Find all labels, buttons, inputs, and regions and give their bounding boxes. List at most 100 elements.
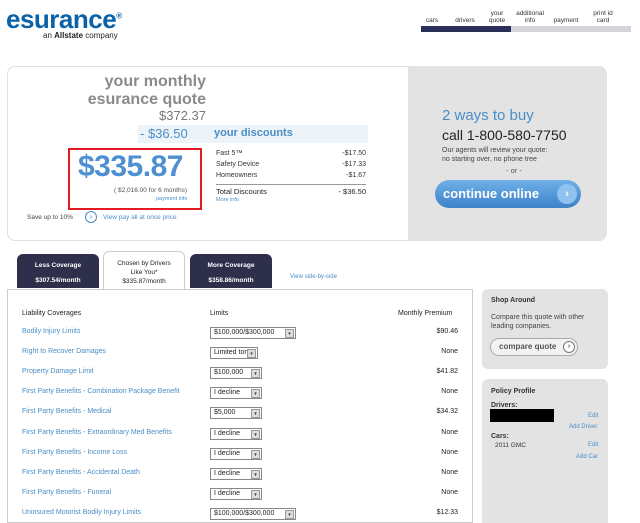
quote-title: your monthly esurance quote	[87, 73, 206, 108]
monthly-price: $335.87	[78, 150, 183, 183]
discount-value: -$17.33	[342, 161, 366, 168]
coverage-premium: None	[441, 469, 458, 476]
coverage-premium: None	[441, 388, 458, 395]
logo-registered-mark: ®	[116, 11, 122, 21]
coverage-premium: None	[441, 449, 458, 456]
total-discounts-row: Total Discounts - $36.50	[216, 184, 366, 196]
discount-name: Safety Device	[216, 161, 260, 168]
discount-list: Fast 5™ -$17.50 Safety Device -$17.33 Home…	[216, 150, 366, 183]
step-print-id-card: print id card	[593, 10, 613, 24]
or-separator: - or -	[506, 166, 522, 175]
coverage-limit-select[interactable]: I decline ▾	[210, 488, 262, 500]
coverage-limit-value: I decline	[214, 450, 241, 457]
coverage-limit-select[interactable]: I decline ▾	[210, 468, 262, 480]
coverage-name-link[interactable]: First Party Benefits - Income Loss	[22, 449, 127, 456]
header-liability-coverages: Liability Coverages	[22, 310, 82, 317]
coverage-limit-value: I decline	[214, 490, 241, 497]
tab-label: Less Coverage	[34, 262, 82, 269]
coverage-name-link[interactable]: Uninsured Motorist Bodily Injury Limits	[22, 509, 141, 516]
coverage-premium: $90.46	[436, 328, 458, 335]
coverage-premium: None	[441, 489, 458, 496]
chevron-down-icon: ▾	[285, 510, 294, 519]
step-cars[interactable]: cars	[421, 17, 443, 24]
coverage-name-link[interactable]: First Party Benefits - Accidental Death	[22, 469, 140, 476]
tab-label: More Coverage	[207, 262, 255, 269]
add-driver-link[interactable]: Add Driver	[569, 424, 597, 430]
tab-less-coverage[interactable]: Less Coverage $307.54/month	[17, 254, 99, 288]
car-name: 2011 GMC	[495, 442, 526, 449]
shop-around-text: Compare this quote with other leading co…	[491, 314, 585, 330]
compare-quote-button[interactable]: compare quote ›	[490, 338, 578, 356]
tagline-prefix: an	[43, 31, 55, 40]
continue-online-button[interactable]: continue online ›	[435, 180, 581, 208]
tab-more-coverage[interactable]: More Coverage $358.86/month	[190, 254, 272, 288]
six-month-total: ( $2,016.00 for 6 months)	[114, 187, 187, 194]
chevron-down-icon: ▾	[251, 389, 260, 398]
edit-cars-link[interactable]: Edit	[588, 442, 598, 448]
discount-row: Safety Device -$17.33	[216, 161, 366, 172]
total-discounts-value: - $36.50	[338, 187, 366, 196]
coverage-limit-value: $100,000/$300,000	[214, 329, 275, 336]
tagline-suffix: company	[83, 31, 118, 40]
progress-bar-fill	[421, 26, 512, 32]
tab-label: Chosen by Drivers Like You*	[117, 260, 171, 276]
step-drivers[interactable]: drivers	[451, 17, 479, 24]
coverage-limit-select[interactable]: $100,000/$300,000 ▾	[210, 508, 296, 520]
step-your-quote[interactable]: your quote	[485, 10, 509, 24]
coverage-limit-select[interactable]: I decline ▾	[210, 387, 262, 399]
arrow-right-icon: ›	[557, 184, 577, 204]
coverage-limit-value: $100,000/$300,000	[214, 510, 275, 517]
original-price: $372.37	[159, 108, 206, 123]
tab-price: $307.54/month	[35, 277, 81, 284]
coverage-name-link[interactable]: Right to Recover Damages	[22, 348, 106, 355]
coverage-limit-value: Limited tort	[214, 349, 249, 356]
coverage-limit-value: I decline	[214, 470, 241, 477]
coverage-premium: None	[441, 429, 458, 436]
save-up-to-text: Save up to 10%	[27, 214, 73, 221]
coverage-name-link[interactable]: First Party Benefits - Funeral	[22, 489, 111, 496]
tab-price: $335.87/month	[122, 278, 166, 285]
discount-amount: - $36.50	[140, 126, 188, 141]
chevron-down-icon: ▾	[251, 450, 260, 459]
chevron-down-icon: ▾	[285, 329, 294, 338]
agents-line: no starting over, no phone tree	[442, 156, 537, 163]
logo-tagline: an Allstate company	[43, 31, 118, 40]
discount-row: Fast 5™ -$17.50	[216, 150, 366, 161]
drivers-label: Drivers:	[491, 402, 518, 409]
chevron-down-icon: ▾	[251, 409, 260, 418]
coverage-limit-select[interactable]: $100,000/$300,000 ▾	[210, 327, 296, 339]
step-additional-info: additional info	[516, 10, 544, 24]
coverage-limit-value: I decline	[214, 389, 241, 396]
coverage-premium: $41.82	[436, 368, 458, 375]
coverage-name-link[interactable]: First Party Benefits - Combination Packa…	[22, 388, 180, 395]
coverage-limit-select[interactable]: I decline ▾	[210, 428, 262, 440]
discount-name: Fast 5™	[216, 150, 243, 157]
coverage-name-link[interactable]: Property Damage Limit	[22, 368, 94, 375]
arrow-right-icon[interactable]: ›	[85, 211, 97, 223]
payment-info-link[interactable]: payment info	[156, 196, 188, 202]
add-car-link[interactable]: Add Car	[576, 454, 598, 460]
coverage-limit-select[interactable]: Limited tort ▾	[210, 347, 258, 359]
coverage-limit-select[interactable]: $100,000 ▾	[210, 367, 262, 379]
tab-chosen-by-drivers[interactable]: Chosen by Drivers Like You* $335.87/mont…	[103, 251, 185, 289]
view-side-by-side-link[interactable]: View side-by-side	[290, 274, 337, 280]
coverage-limit-value: $5,000	[214, 409, 236, 416]
coverage-name-link[interactable]: First Party Benefits - Extraordinary Med…	[22, 429, 172, 436]
step-payment: payment	[553, 17, 579, 24]
more-info-link[interactable]: More info	[216, 197, 239, 203]
coverage-premium: None	[441, 348, 458, 355]
coverage-limit-select[interactable]: I decline ▾	[210, 448, 262, 460]
call-phone-number: call 1-800-580-7750	[442, 127, 567, 143]
coverage-name-link[interactable]: First Party Benefits - Medical	[22, 408, 111, 415]
chevron-down-icon: ▾	[251, 470, 260, 479]
view-pay-all-link[interactable]: View pay all at once price	[103, 214, 177, 221]
progress-bar	[421, 26, 631, 32]
arrow-right-icon: ›	[563, 341, 575, 353]
edit-drivers-link[interactable]: Edit	[588, 413, 598, 419]
coverage-name-link[interactable]: Bodily Injury Limits	[22, 328, 80, 335]
coverage-limit-value: $100,000	[214, 369, 244, 376]
tab-price: $358.86/month	[208, 277, 254, 284]
continue-online-label: continue online	[443, 186, 540, 201]
redacted-driver-name	[490, 409, 554, 422]
coverage-limit-select[interactable]: $5,000 ▾	[210, 407, 262, 419]
